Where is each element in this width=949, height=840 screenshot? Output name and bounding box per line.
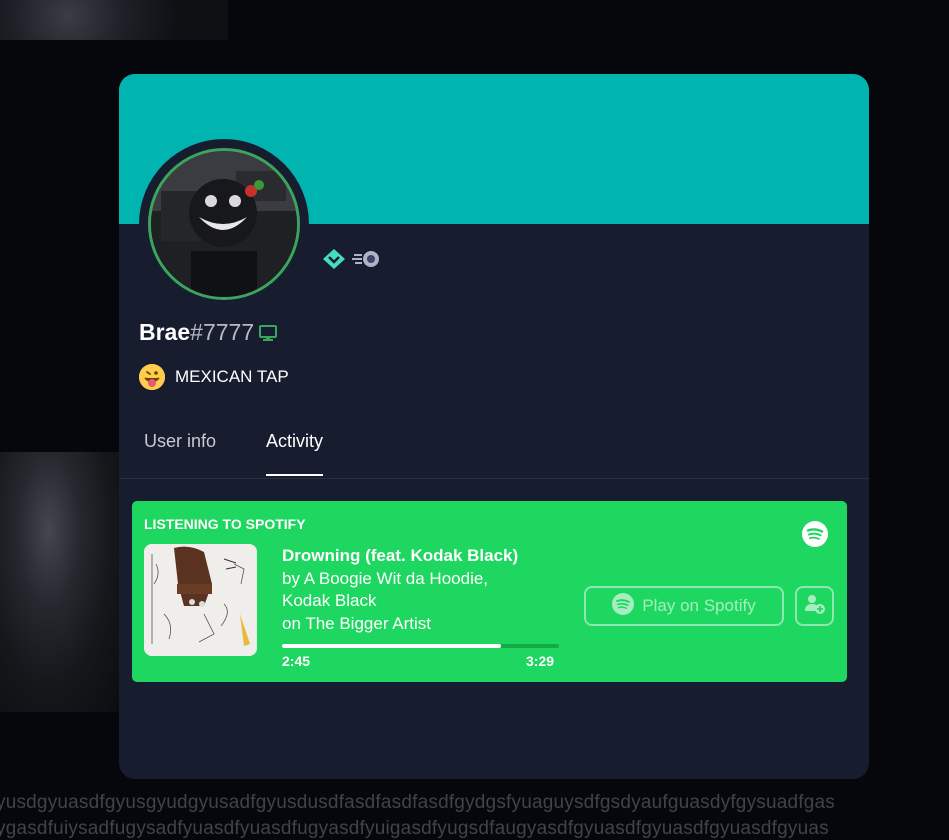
background-text-line-2: ygasdfuiysadfugysadfyuasdfyuasdfugyasdfy… xyxy=(0,818,829,839)
track-artists-line-1[interactable]: by A Boogie Wit da Hoodie, xyxy=(282,568,518,591)
hypesquad-brilliance-icon[interactable] xyxy=(322,248,346,275)
profile-card: Brae #7777 MEXICAN TAP User info Activity xyxy=(119,74,869,779)
track-artists-line-2[interactable]: Kodak Black xyxy=(282,590,518,613)
total-time: 3:29 xyxy=(526,653,555,669)
profile-tabs: User info Activity xyxy=(144,431,373,476)
spotify-activity-card: LISTENING TO SPOTIFY Drowning (feat. Kod… xyxy=(132,501,847,682)
avatar[interactable] xyxy=(148,148,300,300)
play-on-spotify-label: Play on Spotify xyxy=(642,596,756,615)
spotify-icon xyxy=(612,592,635,620)
badge-list xyxy=(322,248,382,275)
track-progress-fill xyxy=(282,644,501,648)
track-title[interactable]: Drowning (feat. Kodak Black) xyxy=(282,545,518,568)
username-name: Brae xyxy=(139,319,191,345)
background-text-line-1: yusdgyuasdfgyusgyudgyusadfgyusdusdfasdfa… xyxy=(0,792,835,813)
status-emoji xyxy=(139,364,165,390)
activity-header: LISTENING TO SPOTIFY xyxy=(144,516,306,532)
track-info: Drowning (feat. Kodak Black) by A Boogie… xyxy=(282,545,518,635)
avatar-ring xyxy=(139,139,309,309)
track-progress-bar xyxy=(282,644,559,648)
username: Brae #7777 xyxy=(139,319,278,346)
add-user-icon xyxy=(804,593,826,620)
album-cover[interactable] xyxy=(144,544,257,656)
nitro-boost-icon[interactable] xyxy=(352,249,382,274)
elapsed-time: 2:45 xyxy=(282,653,311,669)
username-discriminator: #7777 xyxy=(190,319,255,345)
play-on-spotify-button[interactable]: Play on Spotify xyxy=(584,586,784,626)
tab-activity[interactable]: Activity xyxy=(266,431,324,476)
spotify-icon xyxy=(802,521,828,552)
tabs-divider xyxy=(119,478,869,479)
track-album[interactable]: on The Bigger Artist xyxy=(282,613,518,636)
background-image-top xyxy=(0,0,228,40)
custom-status: MEXICAN TAP xyxy=(139,364,289,390)
add-user-button[interactable] xyxy=(795,586,834,626)
desktop-icon xyxy=(258,324,278,342)
tab-user-info[interactable]: User info xyxy=(144,431,216,476)
background-image-left xyxy=(0,452,122,712)
status-text: MEXICAN TAP xyxy=(175,367,289,386)
